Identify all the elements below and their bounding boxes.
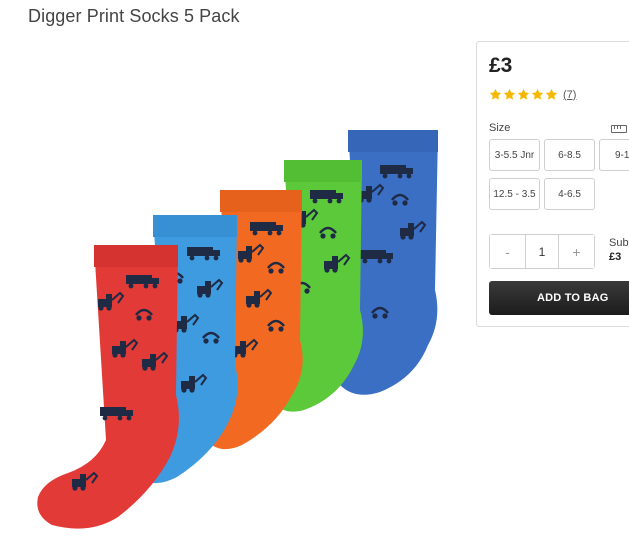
size-option-12-5-3-5[interactable]: 12.5 - 3.5	[489, 178, 540, 210]
product-title: Digger Print Socks 5 Pack	[28, 6, 240, 26]
subtotal-label: Subt	[609, 237, 629, 249]
price: £3	[489, 54, 513, 77]
size-label: Size	[489, 122, 511, 134]
size-option-3-5-5-jnr[interactable]: 3-5.5 Jnr	[489, 139, 540, 171]
add-to-bag-button[interactable]: ADD TO BAG	[489, 281, 629, 315]
rating[interactable]: (7)	[489, 88, 576, 101]
star-icon	[545, 88, 558, 101]
size-option-9-1[interactable]: 9-1	[599, 139, 629, 171]
quantity-stepper: - 1 +	[489, 234, 595, 269]
purchase-panel: £3 (7) Size 3-5.5 Jnr 6-8.5 9-1 12.5 - 3…	[476, 41, 629, 327]
star-icon	[531, 88, 544, 101]
quantity-decrement-button[interactable]: -	[490, 235, 525, 268]
quantity-increment-button[interactable]: +	[559, 235, 594, 268]
quantity-input[interactable]: 1	[525, 235, 559, 268]
star-icon	[503, 88, 516, 101]
product-image	[37, 130, 438, 529]
ruler-icon[interactable]	[611, 125, 627, 133]
star-icon	[517, 88, 530, 101]
review-count-link[interactable]: (7)	[563, 89, 576, 101]
star-icon	[489, 88, 502, 101]
size-option-4-6-5[interactable]: 4-6.5	[544, 178, 595, 210]
subtotal-value: £3	[609, 251, 622, 263]
size-option-6-8-5[interactable]: 6-8.5	[544, 139, 595, 171]
